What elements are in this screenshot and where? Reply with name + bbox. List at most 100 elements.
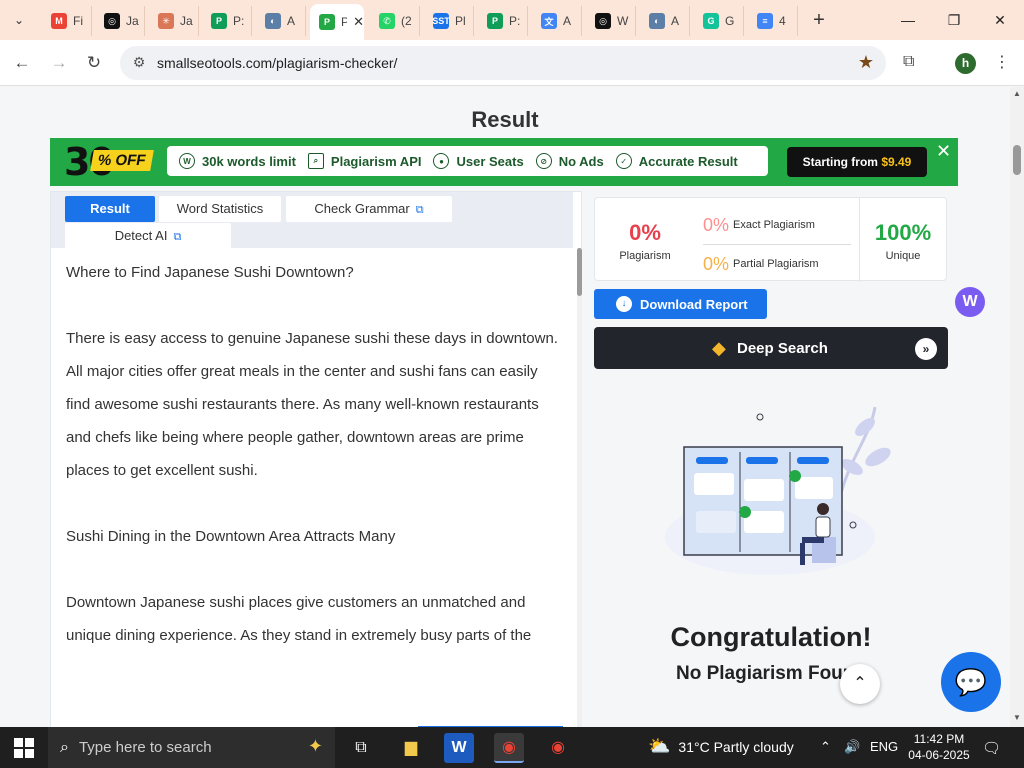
tab-favicon-icon: ◎ [104, 13, 120, 29]
notifications-icon[interactable]: 🗨 [982, 739, 1001, 757]
tab-docs[interactable]: ≡ 4 [748, 6, 798, 36]
text-heading: Where to Find Japanese Sushi Downtown? [66, 264, 354, 281]
w-extension-icon[interactable]: W [955, 287, 985, 317]
download-report-button[interactable]: ↓ Download Report [594, 289, 767, 319]
new-tab-button[interactable]: + [808, 9, 830, 31]
exact-plagiarism: 0% Exact Plagiarism [703, 214, 815, 235]
tab-active[interactable]: P Pl ✕ [310, 4, 364, 40]
scroll-up-icon[interactable]: ▲ [1013, 89, 1021, 98]
chrome-profile-icon[interactable]: ◉ [543, 733, 573, 763]
tab-title: Pl [341, 15, 348, 29]
promo-close-icon[interactable]: ✕ [936, 141, 951, 162]
tab-ai-1[interactable]: ◐ A [256, 6, 306, 36]
word-app-icon[interactable]: W [444, 733, 474, 763]
tab-favicon-icon: ◐ [265, 13, 281, 29]
text-paragraph: There is easy access to genuine Japanese… [66, 330, 558, 479]
text-scrollbar-thumb[interactable] [577, 248, 582, 296]
checked-text[interactable]: Where to Find Japanese Sushi Downtown? T… [66, 256, 561, 685]
tab-favicon-icon: ◐ [649, 13, 665, 29]
bookmark-star-icon[interactable]: ★ [858, 52, 874, 73]
tab-favicon-icon: P [211, 13, 227, 29]
document-search-icon: ⌕ [307, 153, 324, 169]
windows-start-icon[interactable] [14, 738, 34, 758]
page-scrollbar-thumb[interactable] [1013, 145, 1021, 175]
promo-feature: ⊘ No Ads [535, 153, 604, 169]
tab-title: (2 [401, 14, 412, 28]
tab-translate[interactable]: 文A [532, 6, 582, 36]
scroll-down-icon[interactable]: ▼ [1013, 713, 1021, 722]
tab-sheets-1[interactable]: P P: [202, 6, 252, 36]
chrome-icon[interactable]: ◉ [494, 733, 524, 763]
task-view-icon[interactable]: ⧉ [346, 733, 376, 763]
speaker-icon[interactable]: 🔊 [844, 739, 860, 755]
close-tab-icon[interactable]: ✕ [353, 14, 364, 30]
plagiarism-total: 0% Plagiarism [619, 220, 671, 262]
tab-word-statistics[interactable]: Word Statistics [159, 196, 281, 222]
chevron-up-icon[interactable]: ⌃ [820, 739, 831, 755]
tab-favicon-icon: ≡ [757, 13, 773, 29]
tab-detect-ai[interactable]: Detect AI ⧉ [65, 223, 231, 249]
tab-title: 4 [779, 14, 786, 28]
tab-openai-1[interactable]: ◎ Ja [95, 6, 145, 36]
tab-ai-2[interactable]: ◐ A [640, 6, 690, 36]
back-arrow-icon[interactable]: ← [10, 51, 34, 75]
sparkle-icon: ✦ [307, 736, 323, 756]
tab-favicon-icon: ✆ [379, 13, 395, 29]
forward-arrow-icon[interactable]: → [47, 51, 71, 75]
promo-cta-button[interactable]: Starting from $9.49 [787, 147, 927, 177]
partly-cloudy-icon: ⛅ [648, 736, 671, 756]
partial-plagiarism: 0% Partial Plagiarism [703, 253, 819, 274]
tab-gmail[interactable]: M Fi [42, 6, 92, 36]
tab-favicon-icon: G [703, 13, 719, 29]
search-icon: ⌕ [60, 738, 69, 756]
url-text[interactable]: smallseotools.com/plagiarism-checker/ [157, 55, 397, 71]
text-paragraph: Downtown Japanese sushi places give cust… [66, 594, 532, 644]
tab-check-grammar[interactable]: Check Grammar ⧉ [286, 196, 452, 222]
address-bar[interactable]: ⚙ smallseotools.com/plagiarism-checker/ … [120, 46, 886, 80]
tab-sst[interactable]: SST Pl [424, 6, 474, 36]
plagiarism-breakdown: 0% Exact Plagiarism 0% Partial Plagiarism [703, 212, 851, 277]
page-content: Result 30 % OFF W 30k words limit ⌕ Plagia… [0, 87, 1024, 727]
deep-search-button[interactable]: ◆ Deep Search » [594, 327, 948, 369]
tab-title: A [287, 14, 296, 28]
taskbar-search-box[interactable]: ⌕ Type here to search ✦ [48, 727, 335, 768]
reload-icon[interactable]: ↻ [82, 51, 106, 75]
tab-title: Ja [180, 14, 193, 28]
language-indicator[interactable]: ENG [870, 739, 898, 754]
tab-openai-2[interactable]: ◎ W [586, 6, 636, 36]
tab-search-chevron-icon[interactable]: ⌄ [8, 9, 30, 31]
tab-result[interactable]: Result [65, 196, 155, 222]
system-clock[interactable]: 11:42 PM 04-06-2025 [904, 731, 974, 763]
site-info-icon[interactable]: ⚙ [130, 54, 148, 72]
tab-whatsapp[interactable]: ✆ (2 [370, 6, 420, 36]
text-scrollbar[interactable] [577, 248, 582, 727]
restore-button[interactable]: ❐ [939, 9, 969, 31]
browser-menu-icon[interactable]: ⋮ [994, 52, 1010, 72]
tab-title: A [563, 14, 572, 28]
promo-banner[interactable]: 30 % OFF W 30k words limit ⌕ Plagiarism AP… [50, 138, 958, 186]
tab-favicon-icon: P [319, 14, 335, 30]
extensions-puzzle-icon[interactable]: ⧉ [903, 53, 914, 71]
page-scrollbar[interactable]: ▲ ▼ [1010, 87, 1024, 727]
unique-total: 100% Unique [874, 220, 932, 262]
no-ads-icon: ⊘ [535, 153, 552, 169]
tab-title: Pl [455, 14, 466, 28]
chat-icon[interactable]: 💬 [941, 652, 1001, 712]
tab-sheets-2[interactable]: P P: [478, 6, 528, 36]
tab-title: Fi [73, 14, 83, 28]
weather-widget[interactable]: ⛅ 31°C Partly cloudy [648, 736, 794, 757]
tab-title: W [617, 14, 629, 28]
profile-avatar[interactable]: h [955, 53, 976, 74]
windows-taskbar: ⌕ Type here to search ✦ ⧉ ▆ W ◉ ◉ ⛅ 31°C… [0, 727, 1024, 768]
close-window-button[interactable]: ✕ [985, 9, 1015, 31]
tab-claude[interactable]: ✳ Ja [149, 6, 199, 36]
tab-favicon-icon: 文 [541, 13, 557, 29]
tab-grammarly[interactable]: GG [694, 6, 744, 36]
file-explorer-icon[interactable]: ▆ [396, 733, 426, 763]
chevron-up-icon[interactable]: ⌃ [840, 664, 880, 704]
promo-feature: W 30k words limit [179, 153, 296, 169]
minimize-button[interactable]: — [893, 9, 923, 31]
user-icon: ● [433, 153, 450, 169]
plagiarism-stats-card: 0% Plagiarism 0% Exact Plagiarism 0% Parti… [594, 197, 947, 282]
tab-favicon-icon: ✳ [158, 13, 174, 29]
